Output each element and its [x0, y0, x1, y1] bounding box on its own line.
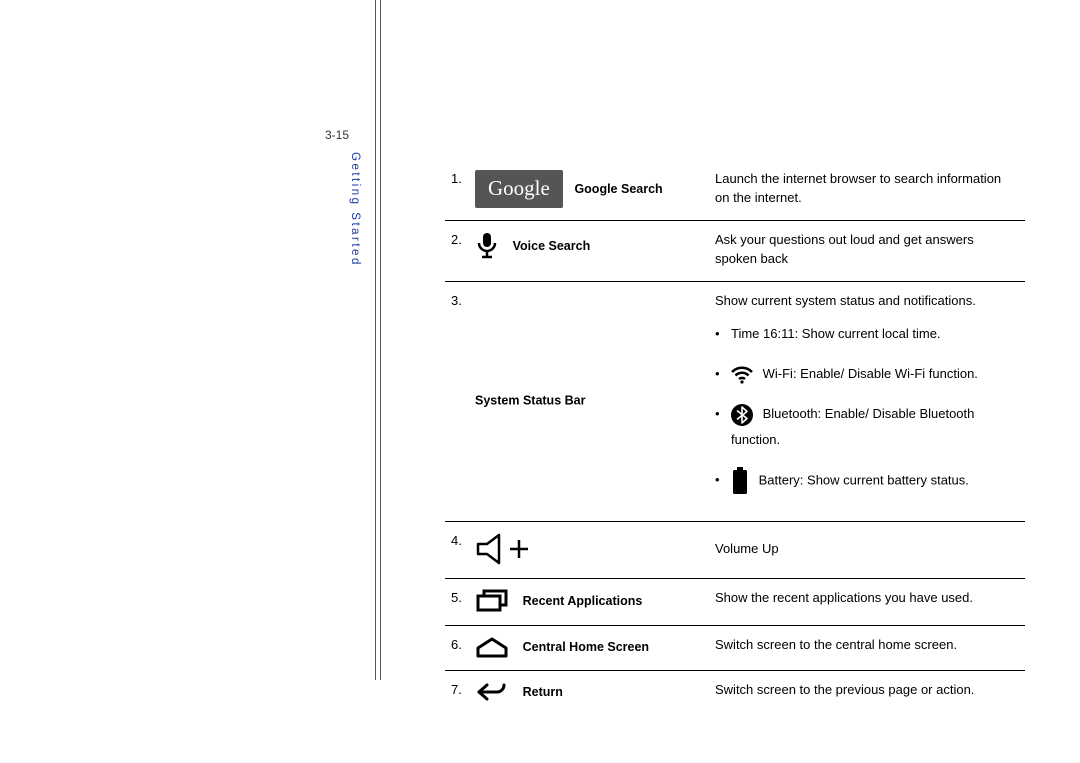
- volume-up-icon: [475, 532, 533, 566]
- bullet-bluetooth: Bluetooth: Enable/ Disable Bluetooth fun…: [731, 406, 974, 447]
- return-icon: [475, 681, 509, 703]
- row-voice-search: 2. Voice Search Ask your questions out l…: [445, 221, 1025, 282]
- wifi-icon: [731, 366, 753, 384]
- item-label: Recent Applications: [523, 594, 643, 608]
- item-number: 6.: [445, 625, 469, 670]
- feature-table: 1. Google Google Search Launch the inter…: [445, 160, 1025, 715]
- item-desc: Volume Up: [709, 521, 1025, 578]
- bullet-time: Time 16:11: Show current local time.: [715, 321, 1019, 347]
- status-sublist: Time 16:11: Show current local time. Wi-…: [715, 321, 1019, 495]
- item-number: 1.: [445, 160, 469, 221]
- item-number: 5.: [445, 578, 469, 625]
- home-icon: [475, 636, 509, 658]
- microphone-icon: [475, 231, 499, 261]
- double-rule: [375, 0, 381, 680]
- page-number: 3-15: [325, 128, 349, 142]
- row-system-status-bar: 3. System Status Bar Show current system…: [445, 282, 1025, 522]
- item-number: 4.: [445, 521, 469, 578]
- item-number: 2.: [445, 221, 469, 282]
- row-recent-apps: 5. Recent Applications Show the recent a…: [445, 578, 1025, 625]
- bullet-wifi: Wi-Fi: Enable/ Disable Wi-Fi function.: [763, 366, 978, 381]
- row-return: 7. Return Switch screen to the previous …: [445, 670, 1025, 715]
- bullet-battery: Battery: Show current battery status.: [759, 472, 969, 487]
- item-desc: Launch the internet browser to search in…: [709, 160, 1025, 221]
- item-desc: Ask your questions out loud and get answ…: [709, 221, 1025, 282]
- item-number: 3.: [445, 282, 469, 522]
- item-desc: Show current system status and notificat…: [715, 292, 1019, 311]
- item-desc: Switch screen to the central home screen…: [709, 625, 1025, 670]
- item-label: Google Search: [574, 182, 662, 196]
- item-label: Central Home Screen: [523, 640, 649, 654]
- row-volume-up: 4. Volume Up: [445, 521, 1025, 578]
- item-label: System Status Bar: [475, 394, 585, 408]
- item-label: Return: [523, 685, 563, 699]
- section-title-vertical: Getting Started: [349, 152, 361, 267]
- battery-icon: [731, 467, 749, 495]
- item-label: Voice Search: [513, 239, 591, 253]
- row-home-screen: 6. Central Home Screen Switch screen to …: [445, 625, 1025, 670]
- item-desc: Switch screen to the previous page or ac…: [709, 670, 1025, 715]
- google-logo-icon: Google: [475, 170, 563, 208]
- recent-apps-icon: [475, 589, 509, 613]
- item-desc: Show the recent applications you have us…: [709, 578, 1025, 625]
- bluetooth-icon: [731, 404, 753, 426]
- row-google-search: 1. Google Google Search Launch the inter…: [445, 160, 1025, 221]
- item-number: 7.: [445, 670, 469, 715]
